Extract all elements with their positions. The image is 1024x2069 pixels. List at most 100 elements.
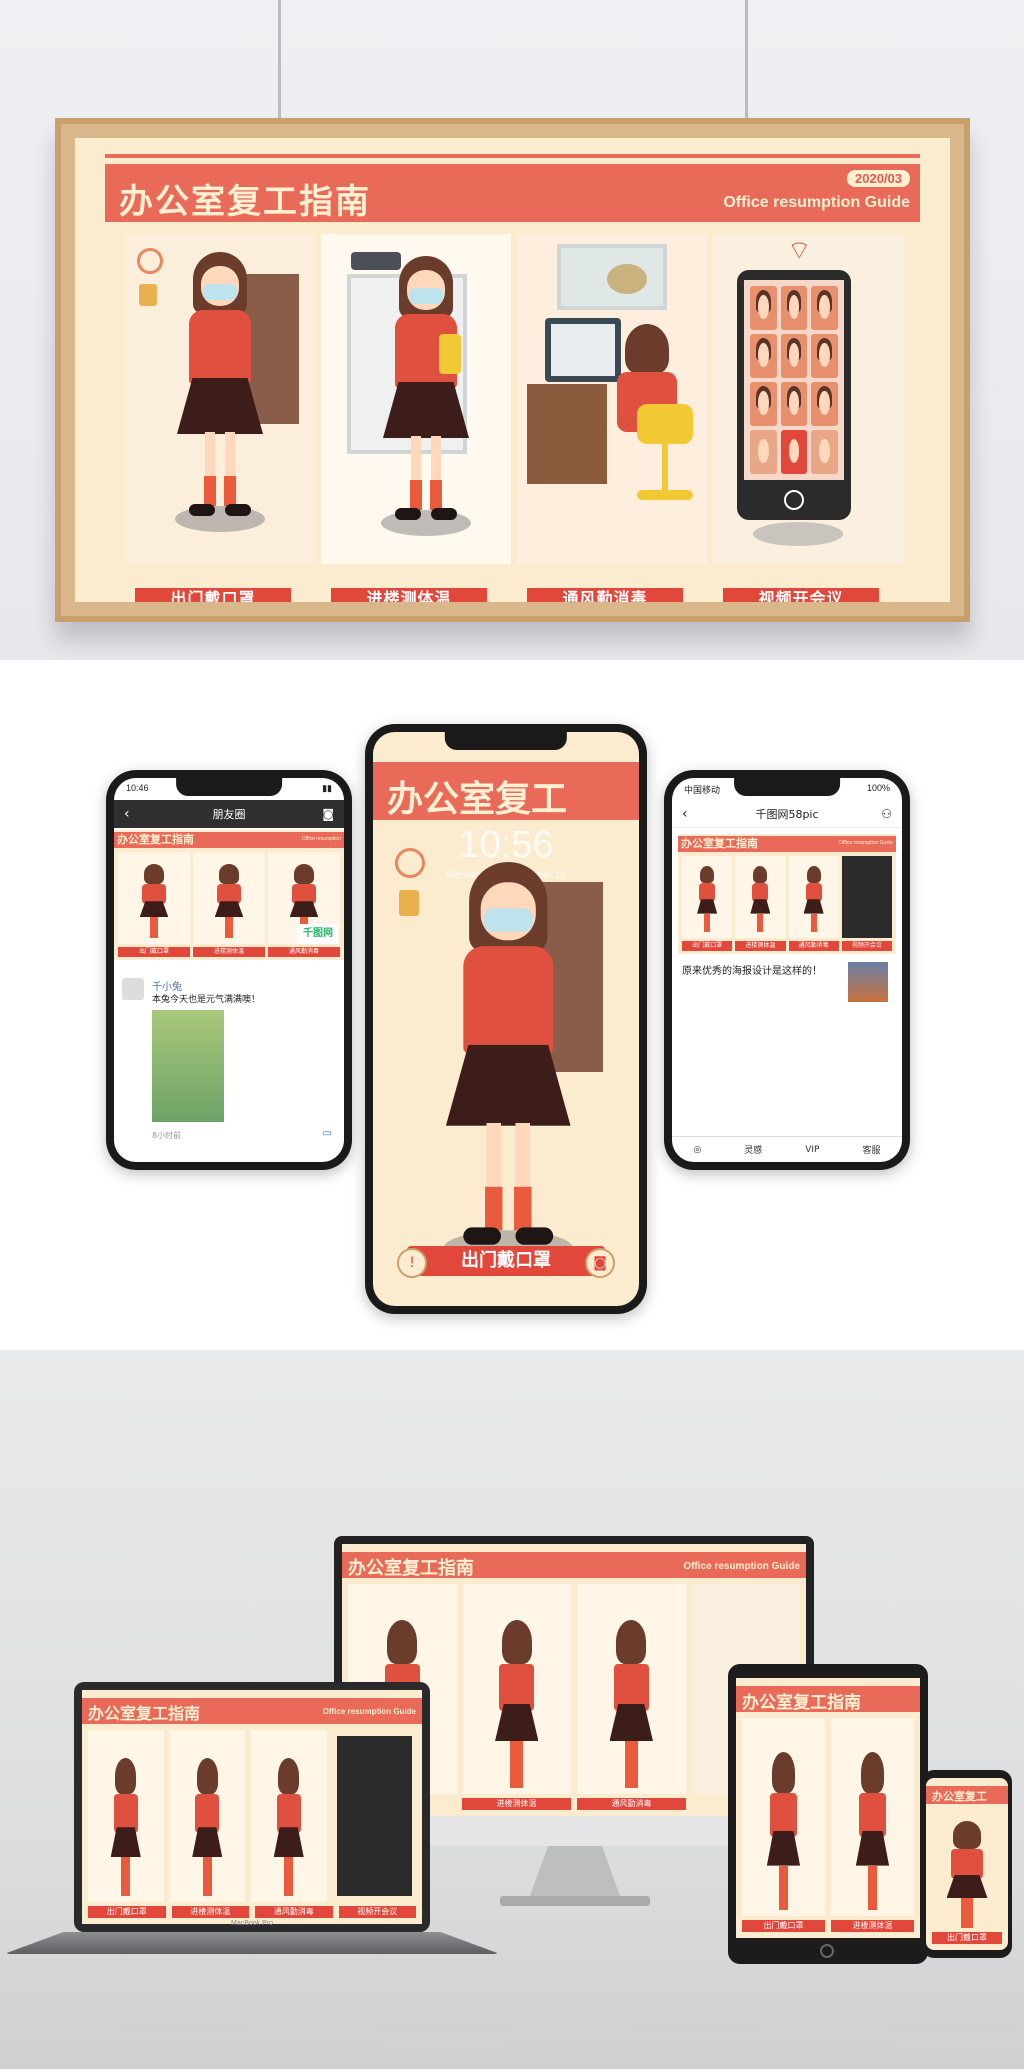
dev-label: 进楼测体温: [831, 1920, 914, 1932]
article-text[interactable]: 原来优秀的海报设计是这样的！: [682, 964, 832, 980]
picture-frame: 办公室复工指南 2020/03 Office resumption Guide: [55, 118, 970, 622]
chair-base: [637, 490, 693, 500]
poster-panels: ⌔: [125, 234, 903, 564]
home-button[interactable]: [820, 1944, 834, 1958]
tab-vip[interactable]: VIP: [805, 1145, 819, 1155]
shared-poster-image[interactable]: 办公室复工指南 Office resumption Guide 出门戴口罩 进楼…: [678, 834, 896, 954]
dev-label: 出门戴口罩: [742, 1920, 825, 1932]
monitor-base: [500, 1896, 650, 1906]
battery-icon: ▮▮: [322, 783, 332, 793]
flashlight-button[interactable]: !: [397, 1248, 427, 1278]
dev-label: 通风勤消毒: [577, 1798, 686, 1810]
profile-icon[interactable]: ⚇: [881, 807, 892, 821]
poster-title: 办公室复工指南: [119, 182, 371, 222]
post-author[interactable]: 千小兔: [152, 978, 182, 993]
tab-bar: ◎ 灵感 VIP 客服: [672, 1136, 902, 1162]
home-tab-icon[interactable]: ◎: [693, 1145, 701, 1155]
phone-center: 办公室复工 10:56 Wednesday, September 16 出门戴口…: [365, 724, 647, 1314]
post-time: 8小时前: [152, 1131, 182, 1140]
camera-icon[interactable]: ◙: [322, 807, 334, 821]
article-thumbnail[interactable]: [848, 962, 888, 1002]
label-video-meeting: 视频开会议: [723, 588, 879, 602]
clock-icon: [395, 848, 425, 878]
mini-labels: 出门戴口罩 进楼测体温 通风勤消毒 视频开会议: [682, 941, 892, 951]
phone-right-screen: 中国移动 100% ‹ 千图网58pic ⚇ 办公室复工指南 Office res…: [672, 778, 902, 1162]
notch: [176, 778, 282, 796]
wifi-icon: ⌔: [787, 236, 812, 266]
chair-pole: [662, 442, 668, 492]
clock-icon: [137, 248, 163, 274]
switch-icon: [399, 890, 419, 916]
nav-bar: ‹ 朋友圈 ◙: [114, 800, 344, 828]
framed-poster-section: 办公室复工指南 2020/03 Office resumption Guide: [0, 0, 1024, 660]
tab-inspiration[interactable]: 灵感: [744, 1143, 762, 1156]
mini-label: 进楼测体温: [735, 941, 786, 951]
nav-bar: ‹ 千图网58pic ⚇: [672, 800, 902, 828]
worker-head: [625, 324, 669, 374]
laptop: 办公室复工指南 Office resumption Guide 出门戴口罩 进楼…: [74, 1682, 430, 1932]
post-text: 本兔今天也是元气满满噢！: [152, 995, 261, 1005]
phone-center-screen: 办公室复工 10:56 Wednesday, September 16 出门戴口…: [373, 732, 639, 1306]
monitor-stand: [530, 1846, 620, 1896]
dev-labels: 进楼测体温 通风勤消毒: [462, 1798, 686, 1810]
poster-label: 出门戴口罩: [407, 1246, 605, 1276]
poster-title-bar: 办公室复工: [373, 762, 639, 820]
laptop-subtitle: Office resumption Guide: [322, 1707, 416, 1716]
tablet-screen: 办公室复工指南 出门戴口罩 进楼测体温: [736, 1678, 920, 1938]
laptop-title: 办公室复工指南: [88, 1704, 201, 1723]
girl-figure: [175, 252, 265, 532]
comment-icon[interactable]: ▭: [323, 1128, 332, 1139]
phone-left: 10:46 ▮▮ ‹ 朋友圈 ◙ 办公室复工指南 Office resumptio…: [106, 770, 352, 1170]
tablet: 办公室复工指南 出门戴口罩 进楼测体温: [728, 1664, 928, 1964]
mini-label: 视频开会议: [841, 941, 892, 951]
dev-title-bar: 办公室复工指南 Office resumption Guide: [82, 1698, 422, 1724]
yellow-chair: [637, 404, 693, 444]
dev-label: 进楼测体温: [171, 1906, 249, 1918]
dev-label: 进楼测体温: [462, 1798, 571, 1810]
poster-date: 2020/03: [847, 170, 910, 187]
mini-poster-subtitle: Office resumption Guide: [839, 840, 893, 846]
devices-section: 办公室复工指南 Office resumption Guide 进楼测体温 通风…: [0, 1350, 1024, 2069]
plant: [607, 264, 647, 294]
laptop-screen: 办公室复工指南 Office resumption Guide 出门戴口罩 进楼…: [82, 1690, 422, 1924]
phones-section: 10:46 ▮▮ ‹ 朋友圈 ◙ 办公室复工指南 Office resumptio…: [0, 660, 1024, 1350]
label-wear-mask: 出门戴口罩: [135, 588, 291, 602]
page: 办公室复工指南 2020/03 Office resumption Guide: [0, 0, 1024, 2069]
back-icon[interactable]: ‹: [682, 806, 688, 822]
dev-title-bar: 办公室复工指南: [736, 1686, 920, 1713]
nav-title: 千图网58pic: [755, 807, 819, 821]
dev-title-bar: 办公室复工指南 Office resumption Guide: [342, 1552, 806, 1579]
tab-service[interactable]: 客服: [862, 1143, 880, 1156]
mini-labels: 出门戴口罩 进楼测体温 通风勤消毒: [118, 947, 340, 957]
dev-title-bar: 办公室复工: [926, 1786, 1008, 1804]
phone-left-screen: 10:46 ▮▮ ‹ 朋友圈 ◙ 办公室复工指南 Office resumptio…: [114, 778, 344, 1162]
yellow-bag: [439, 334, 461, 374]
carrier: 中国移动: [684, 785, 721, 795]
post-image[interactable]: [152, 1010, 224, 1122]
camera-button[interactable]: ◙: [585, 1248, 615, 1278]
dev-panels: [742, 1718, 914, 1916]
poster-subtitle: Office resumption Guide: [723, 194, 910, 211]
home-button: [784, 490, 804, 510]
poster: 办公室复工指南 2020/03 Office resumption Guide: [75, 138, 950, 602]
back-icon[interactable]: ‹: [124, 806, 130, 822]
laptop-base: [4, 1932, 500, 1954]
dev-label: 视频开会议: [338, 1906, 416, 1918]
video-phone: [737, 270, 851, 520]
label-temperature: 进楼测体温: [331, 588, 487, 602]
girl-figure: [381, 256, 471, 536]
dev-labels: 出门戴口罩 进楼测体温 通风勤消毒 视频开会议: [88, 1906, 416, 1918]
avatar[interactable]: [122, 978, 144, 1000]
computer-monitor: [545, 318, 621, 382]
mini-poster-subtitle: Office resumption: [301, 836, 341, 842]
monitor-subtitle: Office resumption Guide: [683, 1561, 800, 1572]
dev-labels: 出门戴口罩 进楼测体温: [742, 1920, 914, 1932]
battery-level: 100%: [866, 783, 890, 793]
hanging-wire: [278, 0, 281, 118]
notch: [734, 778, 840, 796]
notch: [444, 732, 568, 750]
girl-figure: [946, 1821, 988, 1928]
status-time: 10:46: [126, 783, 149, 793]
phone-shadow: [753, 522, 843, 546]
mini-panels: [682, 856, 892, 938]
